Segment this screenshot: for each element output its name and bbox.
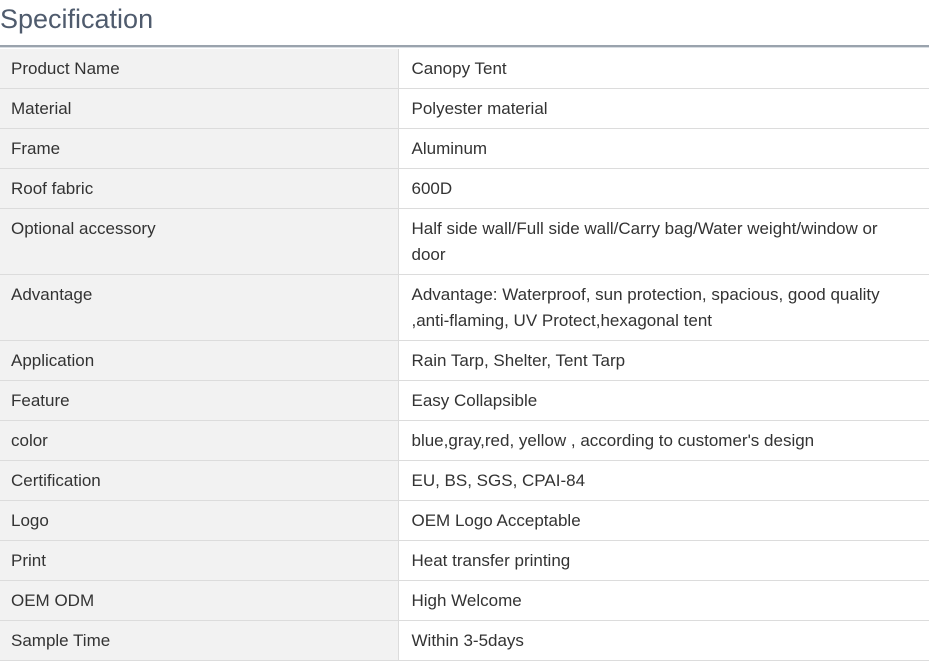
table-row: color blue,gray,red, yellow , according … bbox=[0, 420, 929, 461]
title-divider-shadow bbox=[0, 47, 929, 48]
spec-key: Optional accessory bbox=[0, 208, 399, 275]
spec-key: color bbox=[0, 420, 399, 461]
table-row: Logo OEM Logo Acceptable bbox=[0, 500, 929, 541]
spec-key: Frame bbox=[0, 128, 399, 169]
spec-value: EU, BS, SGS, CPAI-84 bbox=[398, 460, 929, 501]
specification-table: Product Name Canopy Tent Material Polyes… bbox=[0, 49, 929, 661]
spec-key: Advantage bbox=[0, 274, 399, 341]
table-row: Sample Time Within 3-5days bbox=[0, 620, 929, 661]
spec-value: 600D bbox=[398, 168, 929, 209]
spec-value: Aluminum bbox=[398, 128, 929, 169]
spec-key: Print bbox=[0, 540, 399, 581]
table-row: Feature Easy Collapsible bbox=[0, 380, 929, 421]
table-row: Print Heat transfer printing bbox=[0, 540, 929, 581]
spec-value: Polyester material bbox=[398, 88, 929, 129]
table-row: Application Rain Tarp, Shelter, Tent Tar… bbox=[0, 340, 929, 381]
spec-key: Feature bbox=[0, 380, 399, 421]
spec-value: Canopy Tent bbox=[398, 49, 929, 89]
spec-value: blue,gray,red, yellow , according to cus… bbox=[398, 420, 929, 461]
spec-key: OEM ODM bbox=[0, 580, 399, 621]
spec-value: Half side wall/Full side wall/Carry bag/… bbox=[398, 208, 929, 275]
spec-key: Sample Time bbox=[0, 620, 399, 661]
spec-value: Within 3-5days bbox=[398, 620, 929, 661]
table-row: Advantage Advantage: Waterproof, sun pro… bbox=[0, 274, 929, 341]
table-row: Certification EU, BS, SGS, CPAI-84 bbox=[0, 460, 929, 501]
spec-key: Logo bbox=[0, 500, 399, 541]
spec-key: Certification bbox=[0, 460, 399, 501]
spec-value: Heat transfer printing bbox=[398, 540, 929, 581]
table-row: Frame Aluminum bbox=[0, 128, 929, 169]
spec-value: High Welcome bbox=[398, 580, 929, 621]
spec-key: Application bbox=[0, 340, 399, 381]
spec-value: OEM Logo Acceptable bbox=[398, 500, 929, 541]
spec-value: Easy Collapsible bbox=[398, 380, 929, 421]
spec-key: Roof fabric bbox=[0, 168, 399, 209]
spec-value: Rain Tarp, Shelter, Tent Tarp bbox=[398, 340, 929, 381]
spec-value: Advantage: Waterproof, sun protection, s… bbox=[398, 274, 929, 341]
table-row: Product Name Canopy Tent bbox=[0, 49, 929, 89]
table-row: OEM ODM High Welcome bbox=[0, 580, 929, 621]
table-row: Material Polyester material bbox=[0, 88, 929, 129]
spec-key: Product Name bbox=[0, 49, 399, 89]
table-row: Roof fabric 600D bbox=[0, 168, 929, 209]
table-row: Optional accessory Half side wall/Full s… bbox=[0, 208, 929, 275]
section-title: Specification bbox=[0, 4, 154, 34]
spec-key: Material bbox=[0, 88, 399, 129]
